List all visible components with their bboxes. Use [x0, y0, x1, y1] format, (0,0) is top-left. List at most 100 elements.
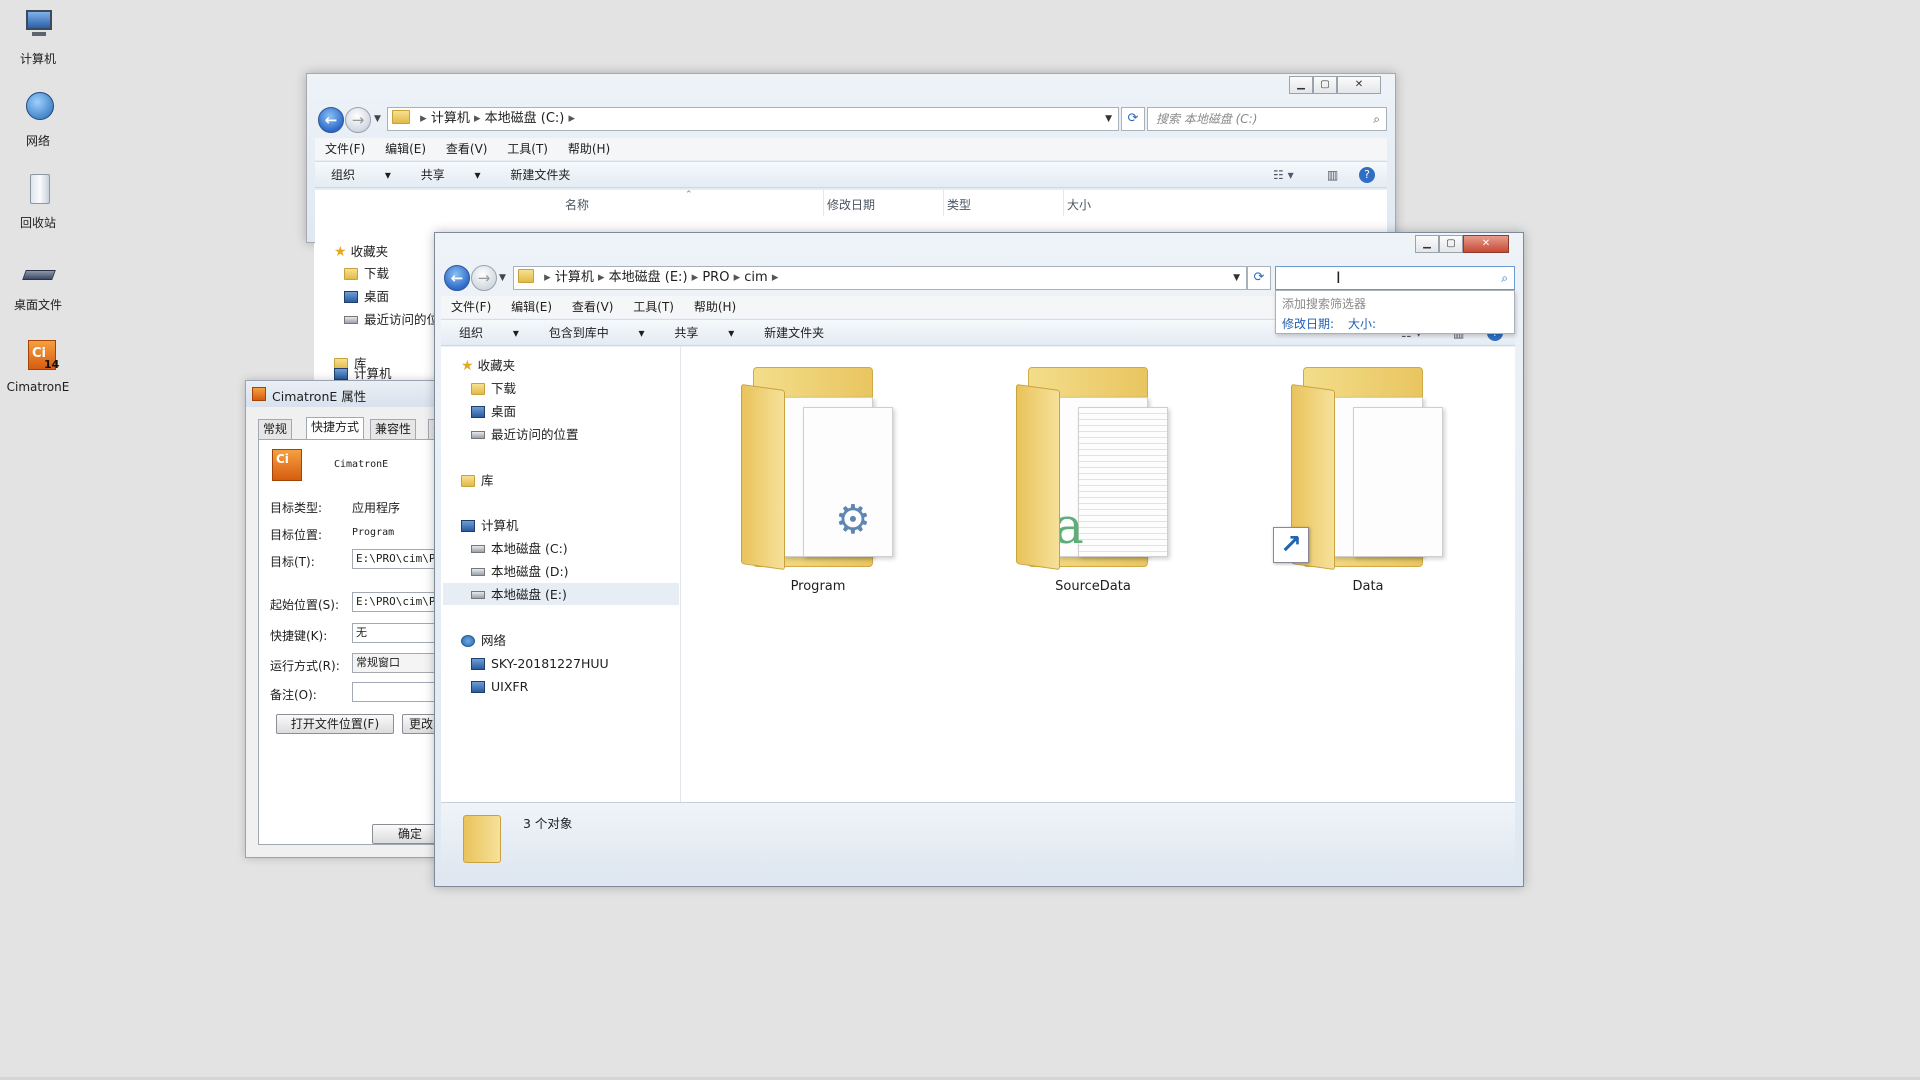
desktop-icon-recycle-bin[interactable]: 回收站 — [4, 170, 72, 231]
nav-desktop[interactable]: 桌面 — [471, 403, 516, 421]
tab-general[interactable]: 常规 — [258, 419, 293, 439]
address-bar[interactable]: ▸ 计算机 ▸ 本地磁盘 (E:) ▸ PRO ▸ cim ▸ ▼ — [513, 266, 1247, 290]
nav-network[interactable]: 网络 — [461, 632, 506, 650]
cimatron-app-icon: Ci — [272, 449, 302, 481]
nav-recent[interactable]: 最近访问的位置 — [471, 426, 579, 444]
drive-icon — [471, 568, 485, 576]
refresh-button[interactable]: ⟳ — [1121, 107, 1145, 131]
desktop-icon — [344, 291, 358, 303]
forward-button[interactable]: → — [345, 107, 371, 133]
breadcrumb-separator-icon: ▸ — [544, 270, 555, 285]
column-name[interactable]: 名称 — [565, 196, 589, 213]
menu-view[interactable]: 查看(V) — [446, 142, 488, 156]
menu-view[interactable]: 查看(V) — [572, 300, 614, 314]
back-button[interactable]: ← — [444, 265, 470, 291]
menu-tools[interactable]: 工具(T) — [633, 300, 674, 314]
nav-computer[interactable]: 计算机 — [461, 517, 519, 535]
computer-icon — [18, 6, 58, 46]
folder-icon — [518, 269, 534, 283]
nav-drive-e[interactable]: 本地磁盘 (E:) — [471, 586, 567, 604]
tab-shortcut[interactable]: 快捷方式 — [306, 417, 365, 439]
address-dropdown-icon[interactable]: ▼ — [1105, 108, 1112, 130]
close-button[interactable]: ✕ — [1463, 235, 1509, 253]
search-filter-dropdown: 添加搜索筛选器 修改日期: 大小: — [1275, 290, 1515, 334]
nav-drive-c[interactable]: 本地磁盘 (C:) — [471, 540, 568, 558]
filter-size[interactable]: 大小: — [1348, 315, 1376, 332]
minimize-button[interactable]: ▁ — [1415, 235, 1439, 253]
nav-drive-d[interactable]: 本地磁盘 (D:) — [471, 563, 569, 581]
recent-pages-chevron-icon[interactable]: ▼ — [374, 114, 381, 124]
network-icon — [18, 88, 58, 128]
forward-button[interactable]: → — [471, 265, 497, 291]
organize-button[interactable]: 组织 ▾ — [331, 168, 391, 182]
desktop-icon-network[interactable]: 网络 — [4, 88, 72, 149]
breadcrumb-pro[interactable]: PRO — [702, 270, 729, 285]
organize-button[interactable]: 组织 ▾ — [459, 326, 519, 340]
breadcrumb-separator-icon: ▸ — [473, 111, 485, 126]
desktop-icon-desktop-files[interactable]: 桌面文件 — [4, 252, 72, 313]
recent-pages-chevron-icon[interactable]: ▼ — [499, 273, 506, 283]
breadcrumb-separator-icon: ▸ — [691, 270, 703, 285]
computer-icon — [461, 520, 475, 532]
nav-desktop[interactable]: 桌面 — [344, 288, 389, 306]
menu-help[interactable]: 帮助(H) — [568, 142, 610, 156]
include-in-library-button[interactable]: 包含到库中 ▾ — [549, 326, 645, 340]
minimize-button[interactable]: ▁ — [1289, 76, 1313, 94]
open-file-location-button[interactable]: 打开文件位置(F) — [276, 714, 394, 734]
new-folder-button[interactable]: 新建文件夹 — [510, 168, 570, 182]
menu-edit[interactable]: 编辑(E) — [385, 142, 426, 156]
menu-file[interactable]: 文件(F) — [451, 300, 491, 314]
help-icon[interactable]: ? — [1359, 167, 1375, 183]
breadcrumb-cim[interactable]: cim — [744, 270, 767, 285]
column-date[interactable]: 修改日期 — [827, 196, 875, 213]
menu-edit[interactable]: 编辑(E) — [511, 300, 552, 314]
nav-favorites[interactable]: ★ 收藏夹 — [461, 357, 515, 375]
computer-icon — [471, 658, 485, 670]
breadcrumb-separator-icon: ▸ — [420, 111, 431, 126]
nav-downloads[interactable]: 下载 — [344, 265, 389, 283]
menu-tools[interactable]: 工具(T) — [507, 142, 548, 156]
share-button[interactable]: 共享 ▾ — [674, 326, 734, 340]
folder-sourcedata[interactable]: a SourceData — [998, 357, 1188, 594]
close-button[interactable]: ✕ — [1337, 76, 1381, 94]
nav-favorites[interactable]: ★ 收藏夹 — [334, 243, 388, 261]
nav-downloads[interactable]: 下载 — [471, 380, 516, 398]
refresh-button[interactable]: ⟳ — [1247, 266, 1271, 290]
nav-recent[interactable]: 最近访问的位 — [344, 311, 439, 329]
nav-pane: ★ 收藏夹 下载 桌面 最近访问的位置 库 计算机 本地磁盘 (C:) 本地磁盘 … — [441, 347, 681, 802]
breadcrumb-drive-c[interactable]: 本地磁盘 (C:) — [485, 111, 565, 126]
back-button[interactable]: ← — [318, 107, 344, 133]
search-box[interactable]: I ⌕ — [1275, 266, 1515, 290]
address-dropdown-icon[interactable]: ▼ — [1233, 267, 1240, 289]
search-box[interactable]: 搜索 本地磁盘 (C:) ⌕ — [1147, 107, 1387, 131]
nav-network-uixfr[interactable]: UIXFR — [471, 678, 528, 696]
desktop-icon-computer[interactable]: 计算机 — [4, 6, 72, 67]
desktop-icon-label: 网络 — [25, 134, 50, 148]
folder-label: Data — [1352, 579, 1384, 594]
desktop-icon-cimatron[interactable]: Ci 14 CimatronE — [4, 336, 72, 394]
tab-compatibility[interactable]: 兼容性 — [370, 419, 417, 439]
new-folder-button[interactable]: 新建文件夹 — [764, 326, 824, 340]
address-bar[interactable]: ▸ 计算机 ▸ 本地磁盘 (C:) ▸ ▼ — [387, 107, 1119, 131]
breadcrumb-computer[interactable]: 计算机 — [431, 111, 470, 126]
downloads-folder-icon — [344, 268, 358, 280]
menu-file[interactable]: 文件(F) — [325, 142, 365, 156]
share-button[interactable]: 共享 ▾ — [421, 168, 481, 182]
gear-icon: ⚙ — [835, 497, 871, 543]
filter-date-modified[interactable]: 修改日期: — [1282, 315, 1334, 332]
folder-program[interactable]: ⚙ Program — [723, 357, 913, 594]
breadcrumb-computer[interactable]: 计算机 — [555, 270, 594, 285]
nav-libraries[interactable]: 库 — [461, 472, 494, 490]
preview-pane-icon[interactable]: ▥ — [1327, 162, 1338, 188]
arrow-left-icon: ← — [450, 269, 464, 287]
column-type[interactable]: 类型 — [947, 196, 971, 213]
menu-help[interactable]: 帮助(H) — [694, 300, 736, 314]
desktop-icon-label: CimatronE — [6, 380, 70, 394]
view-options-icon[interactable]: ☷ ▾ — [1273, 162, 1294, 188]
column-size[interactable]: 大小 — [1067, 196, 1091, 213]
maximize-button[interactable]: ▢ — [1313, 76, 1337, 94]
folder-data[interactable]: ↗ Data — [1273, 357, 1463, 594]
nav-network-sky[interactable]: SKY-20181227HUU — [471, 655, 609, 673]
maximize-button[interactable]: ▢ — [1439, 235, 1463, 253]
breadcrumb-drive-e[interactable]: 本地磁盘 (E:) — [609, 270, 688, 285]
